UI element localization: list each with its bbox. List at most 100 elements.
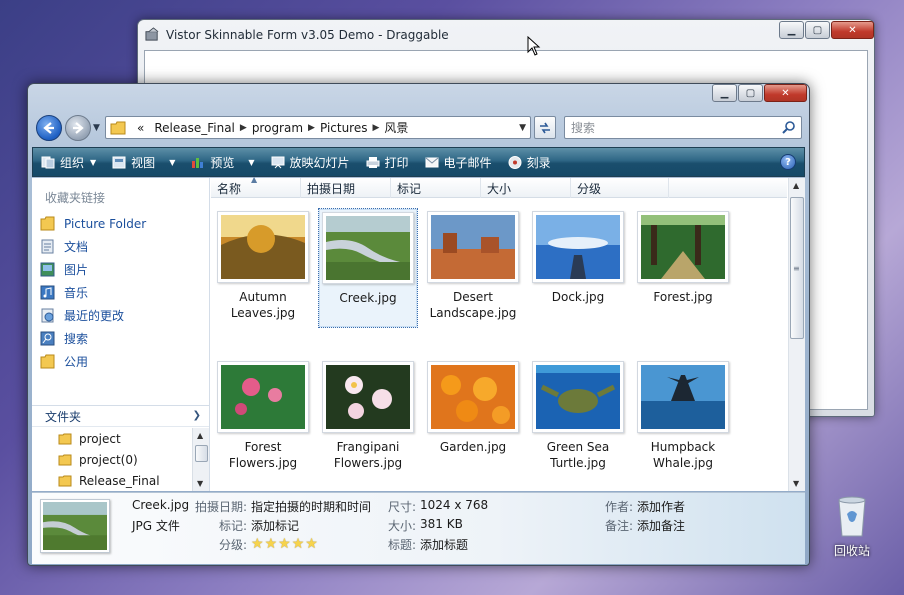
file-tile[interactable]: Green Sea Turtle.jpg [528, 358, 628, 478]
size-label: 大小: [388, 519, 417, 533]
pictures-icon [40, 262, 55, 277]
star-icon[interactable]: ★ [292, 537, 305, 551]
address-dropdown-icon[interactable]: ▼ [519, 123, 526, 133]
file-tile[interactable]: Dock.jpg [528, 208, 628, 328]
print-button[interactable]: 打印 [358, 148, 417, 176]
tags-value[interactable]: 添加标记 [251, 517, 299, 534]
thumbnail-image [431, 215, 515, 279]
tree-scrollbar[interactable]: ▲ ▼ [192, 428, 209, 491]
email-button[interactable]: 电子邮件 [417, 148, 500, 176]
star-icon[interactable]: ★ [305, 537, 318, 551]
file-tile[interactable]: Creek.jpg [318, 208, 418, 328]
address-bar[interactable]: « Release_Final ▶ program ▶ Pictures ▶ 风… [105, 116, 531, 139]
column-headers: ▲ 名称 拍摄日期 标记 大小 分级 [211, 175, 787, 198]
preview-menu[interactable]: 预览 ▼ [183, 148, 262, 176]
explorer-window[interactable]: ▁ ▢ ✕ ▼ « Release_Final ▶ program ▶ Pict… [27, 83, 810, 566]
file-tile[interactable]: Garden.jpg [423, 358, 523, 478]
scrollbar-thumb[interactable] [195, 445, 208, 462]
sidebar-item-search[interactable]: 搜索 [40, 327, 205, 350]
documents-icon [41, 239, 54, 254]
file-tile[interactable]: Frangipani Flowers.jpg [318, 358, 418, 478]
close-button[interactable]: ✕ [764, 84, 807, 102]
details-pane: Creek.jpg JPG 文件 拍摄日期: 指定拍摄的时期和时间 标记: 添加… [32, 492, 805, 564]
maximize-button[interactable]: ▢ [738, 84, 763, 102]
file-tile[interactable]: Forest.jpg [633, 208, 733, 328]
breadcrumb-overflow[interactable]: « [137, 121, 144, 135]
tree-item-label: Release_Final [79, 473, 160, 488]
file-tile[interactable]: Autumn Leaves.jpg [213, 208, 313, 328]
file-name: Humpback Whale.jpg [633, 439, 733, 471]
file-name: Garden.jpg [423, 439, 523, 455]
help-button[interactable]: ? [780, 154, 796, 170]
breadcrumb-item[interactable]: program [252, 121, 303, 135]
breadcrumb-item[interactable]: 风景 [384, 119, 408, 136]
search-input[interactable]: 搜索 [564, 116, 802, 139]
refresh-button[interactable] [534, 116, 556, 139]
file-thumbnail [427, 211, 519, 283]
author-value[interactable]: 添加作者 [637, 498, 685, 515]
scroll-down-icon[interactable]: ▼ [793, 479, 799, 488]
file-tile[interactable]: Forest Flowers.jpg [213, 358, 313, 478]
sidebar-item-picture-folder[interactable]: Picture Folder [40, 212, 205, 235]
minimize-button[interactable]: ▁ [779, 21, 804, 39]
search-icon[interactable] [782, 120, 796, 134]
chevron-down-icon: ▼ [248, 157, 255, 167]
slideshow-button[interactable]: 放映幻灯片 [263, 148, 358, 176]
tree-item[interactable]: project [32, 428, 209, 449]
scroll-up-icon[interactable]: ▲ [197, 431, 203, 440]
forward-button[interactable] [65, 115, 91, 141]
breadcrumb-separator-icon[interactable]: ▶ [373, 123, 380, 133]
maximize-button[interactable]: ▢ [805, 21, 830, 39]
tree-item[interactable]: project(0) [32, 449, 209, 470]
sidebar-item-music[interactable]: 音乐 [40, 281, 205, 304]
star-icon[interactable]: ★ [265, 537, 278, 551]
back-button[interactable] [36, 115, 62, 141]
sidebar-item-label: 文档 [64, 240, 89, 254]
file-name-line-1: Dock.jpg [551, 290, 605, 304]
minimize-button[interactable]: ▁ [712, 84, 737, 102]
sidebar-item-pictures[interactable]: 图片 [40, 258, 205, 281]
file-tile[interactable]: Humpback Whale.jpg [633, 358, 733, 478]
dimensions-value: 1024 x 768 [420, 498, 489, 512]
tree-item[interactable]: Release_Final [32, 470, 209, 491]
column-label: 名称 [217, 181, 242, 196]
printer-icon [366, 156, 380, 168]
rating-stars[interactable]: ★ ★ ★ ★ ★ [251, 537, 318, 551]
folders-header[interactable]: 文件夹 ❯ [32, 405, 209, 427]
date-value[interactable]: 指定拍摄的时期和时间 [251, 498, 371, 515]
recycle-bin-icon [838, 496, 866, 537]
comments-value[interactable]: 添加备注 [637, 517, 685, 534]
scrollbar-grip-icon: ≡ [793, 264, 800, 273]
sidebar-item-recent-changes[interactable]: 最近的更改 [40, 304, 205, 327]
star-icon[interactable]: ★ [278, 537, 291, 551]
file-name: Forest Flowers.jpg [213, 439, 313, 471]
burn-button[interactable]: 刻录 [500, 148, 559, 176]
vertical-scrollbar[interactable]: ▲ ≡ ▼ [788, 178, 805, 491]
breadcrumb-separator-icon[interactable]: ▶ [240, 123, 247, 133]
column-header-size[interactable]: 大小 [481, 178, 571, 198]
scroll-up-icon[interactable]: ▲ [793, 181, 799, 190]
sidebar-item-documents[interactable]: 文档 [40, 235, 205, 258]
scroll-down-icon[interactable]: ▼ [197, 479, 203, 488]
title-value[interactable]: 添加标题 [420, 536, 468, 553]
breadcrumb-separator-icon[interactable]: ▶ [308, 123, 315, 133]
column-header-name[interactable]: ▲ 名称 [211, 175, 301, 198]
recent-pages-dropdown[interactable]: ▼ [93, 123, 100, 133]
organize-menu[interactable]: 组织 ▼ [33, 148, 104, 176]
file-tile[interactable]: Desert Landscape.jpg [423, 208, 523, 328]
chevron-down-icon[interactable]: ❯ [193, 410, 201, 421]
folder-icon [58, 454, 72, 465]
folder-icon [58, 433, 72, 444]
recycle-bin[interactable]: 回收站 [826, 494, 878, 559]
star-icon[interactable]: ★ [251, 537, 264, 551]
file-thumbnail [427, 361, 519, 433]
close-button[interactable]: ✕ [831, 21, 874, 39]
views-menu[interactable]: 视图 ▼ [104, 148, 183, 176]
sidebar-item-public[interactable]: 公用 [40, 350, 205, 373]
file-name-line-1: Frangipani [336, 440, 400, 454]
breadcrumb-item[interactable]: Release_Final [154, 121, 235, 135]
column-header-tags[interactable]: 标记 [391, 178, 481, 198]
breadcrumb-item[interactable]: Pictures [320, 121, 368, 135]
column-header-rating[interactable]: 分级 [571, 178, 669, 198]
column-header-date[interactable]: 拍摄日期 [301, 178, 391, 198]
